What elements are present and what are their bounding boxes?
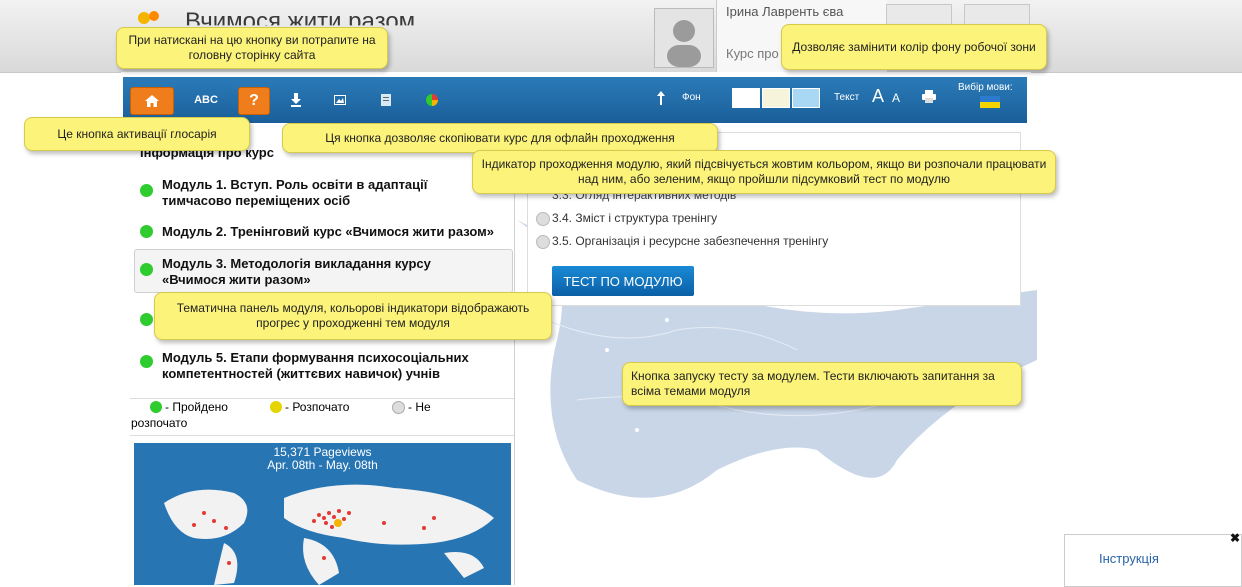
module-2-link[interactable]: Модуль 2. Тренінговий курс «Вчимося жити…: [162, 224, 532, 240]
home-icon: [145, 95, 159, 107]
module-3-title-line1: Модуль 3. Методологія викладання курсу: [162, 256, 431, 271]
module-2-title: Модуль 2. Тренінговий курс «Вчимося жити…: [162, 224, 495, 239]
module-5-title-line1: Модуль 5. Етапи формування психосоціальн…: [162, 350, 469, 365]
text-label: Текст: [834, 92, 860, 103]
bg-swatch-cream[interactable]: [762, 88, 790, 108]
avatar-icon: [667, 20, 701, 67]
course-progress-link[interactable]: Курс про: [726, 46, 779, 61]
module-4-status-dot: [140, 313, 153, 326]
legend-started-label: - Розпочато: [285, 400, 350, 414]
help-button[interactable]: ?: [238, 87, 270, 115]
topic-3-5-status-dot: [536, 235, 550, 249]
tooltip-test: Кнопка запуску тесту за модулем. Тести в…: [622, 362, 1022, 406]
module-3-status-dot: [140, 263, 153, 276]
topic-3-5-link[interactable]: 3.5. Організація і ресурсне забезпечення…: [552, 234, 828, 248]
user-name[interactable]: Ірина Лавренть єва: [726, 4, 843, 19]
module-3-title-line2: «Вчимося жити разом»: [162, 272, 311, 287]
module-1-status-dot: [140, 184, 153, 197]
module-5-link[interactable]: Модуль 5. Етапи формування психосоціальн…: [162, 350, 532, 382]
module-3-link[interactable]: Модуль 3. Методологія викладання курсу «…: [162, 256, 532, 288]
topic-3-4-link[interactable]: 3.4. Зміст і структура тренінгу: [552, 211, 717, 225]
background-label: Фон: [682, 92, 701, 103]
tooltip-glossary: Це кнопка активації глосарія: [24, 117, 250, 151]
legend-done-label: - Пройдено: [165, 400, 228, 414]
download-button[interactable]: [286, 87, 306, 113]
document-button[interactable]: [376, 87, 396, 113]
tooltip-background: Дозволяє замінити колір фону робочої зон…: [781, 24, 1047, 70]
home-button[interactable]: [130, 87, 174, 115]
tooltip-home: При натискані на цю кнопку ви потрапите …: [116, 27, 388, 69]
user-avatar: [654, 8, 714, 68]
ukraine-flag-icon[interactable]: [980, 96, 1000, 108]
image-button[interactable]: [330, 87, 350, 113]
print-icon[interactable]: [922, 90, 938, 104]
pie-chart-icon: [426, 94, 438, 106]
legend-not-started-dot: [392, 401, 405, 414]
legend-not-started-label: - Не: [408, 400, 431, 414]
module-1-title-line2: тимчасово переміщених осіб: [162, 193, 351, 208]
bg-swatch-blue[interactable]: [792, 88, 820, 108]
module-5-status-dot: [140, 355, 153, 368]
tooltip-offline: Ця кнопка дозволяє скопіювати курс для о…: [282, 123, 718, 153]
language-label: Вибір мови:: [958, 82, 1013, 93]
module-test-button[interactable]: ТЕСТ ПО МОДУЛЮ: [552, 266, 694, 296]
legend-done-dot: [150, 401, 162, 413]
close-icon[interactable]: ✖: [1230, 531, 1240, 545]
topic-3-4-status-dot: [536, 212, 550, 226]
legend-started-dot: [270, 401, 282, 413]
font-increase-button[interactable]: A: [872, 86, 884, 107]
image-icon: [334, 95, 346, 105]
bg-swatch-white[interactable]: [732, 88, 760, 108]
printer-shape: [922, 90, 936, 103]
module-5-title-line2: компетентностей (життєвих навичок) учнів: [162, 366, 441, 381]
pageviews-range: Apr. 08th - May. 08th: [267, 458, 378, 472]
background-icon: [657, 91, 665, 105]
document-icon: [381, 94, 391, 106]
chart-button[interactable]: [420, 87, 444, 113]
pageviews-caption: 15,371 Pageviews Apr. 08th - May. 08th: [134, 446, 511, 472]
module-2-status-dot: [140, 225, 153, 238]
tooltip-indicator: Індикатор проходження модулю, який підсв…: [472, 150, 1056, 194]
glossary-button[interactable]: ABC: [188, 87, 224, 113]
tooltip-panel: Тематична панель модуля, кольорові індик…: [154, 292, 552, 340]
instruction-link[interactable]: Інструкція: [1099, 551, 1159, 566]
download-icon: [291, 93, 301, 107]
font-decrease-button[interactable]: A: [892, 91, 900, 105]
legend-not-started-label-2: розпочато: [131, 416, 188, 430]
